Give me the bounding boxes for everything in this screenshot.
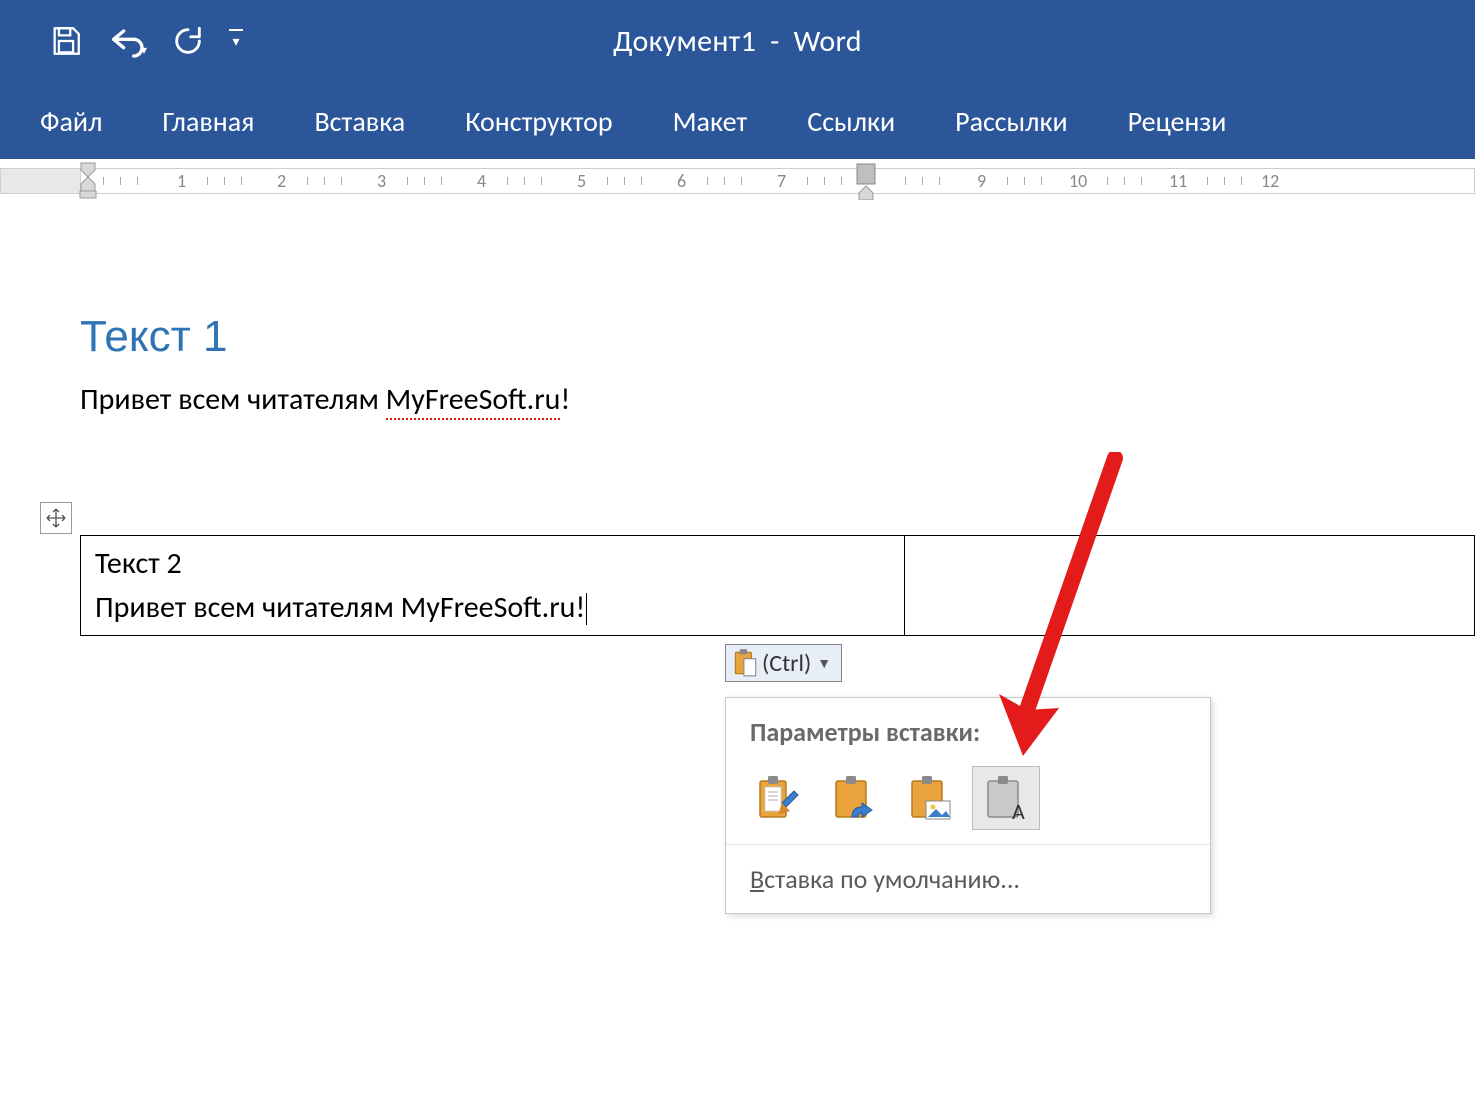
paste-options-smarttag: (Ctrl) ▼ (725, 644, 842, 683)
paste-merge-formatting[interactable] (820, 766, 888, 830)
table-row[interactable]: Текст 2 Привет всем читателям MyFreeSoft… (81, 536, 1475, 636)
table-cell[interactable]: Текст 2 Привет всем читателям MyFreeSoft… (81, 536, 905, 636)
paste-options-row: A (726, 760, 1210, 844)
repeat-icon (171, 24, 205, 58)
paste-options-button[interactable]: (Ctrl) ▼ (725, 644, 842, 682)
spelling-error[interactable]: MyFreeSoft.ru (386, 381, 561, 420)
tab-design[interactable]: Конструктор (435, 83, 642, 159)
ribbon-tabs: Файл Главная Вставка Конструктор Макет С… (0, 82, 1475, 159)
text-cursor (586, 593, 587, 625)
ruler-body[interactable]: 1 2 3 4 5 6 7 9 10 11 12 (80, 168, 1475, 194)
document-name: Документ1 (613, 23, 756, 60)
tab-file[interactable]: Файл (10, 83, 132, 159)
table-cell[interactable] (905, 536, 1475, 636)
smarttag-label: (Ctrl) (762, 649, 811, 678)
clipboard-picture-icon (906, 773, 954, 823)
customize-caret-icon: ▾ (232, 33, 239, 50)
undo-button[interactable]: ▾ (94, 13, 160, 69)
heading-1[interactable]: Текст 1 (80, 312, 1475, 362)
tab-home[interactable]: Главная (132, 83, 284, 159)
svg-text:A: A (1012, 798, 1025, 823)
app-name: Word (794, 23, 862, 60)
paste-as-picture[interactable] (896, 766, 964, 830)
table-move-handle[interactable] (40, 502, 72, 534)
clipboard-brush-icon (754, 773, 802, 823)
tab-insert[interactable]: Вставка (284, 83, 435, 159)
ruler-margin-left[interactable] (0, 168, 81, 194)
paste-options-popup: Параметры вставки: (725, 697, 1211, 914)
clipboard-text-icon: A (982, 773, 1030, 823)
move-icon (46, 508, 66, 528)
tab-mailings[interactable]: Рассылки (925, 83, 1097, 159)
set-default-paste[interactable]: Вставка по умолчанию... (726, 844, 1210, 913)
tab-layout[interactable]: Макет (643, 83, 778, 159)
right-indent-marker-icon[interactable] (855, 161, 877, 201)
table-container: Текст 2 Привет всем читателям MyFreeSoft… (80, 535, 1475, 636)
document-table[interactable]: Текст 2 Привет всем читателям MyFreeSoft… (80, 535, 1475, 636)
redo-button[interactable] (160, 13, 216, 69)
save-button[interactable] (38, 13, 94, 69)
undo-dropdown-caret-icon[interactable]: ▾ (141, 43, 147, 58)
customize-qat-button[interactable]: ▾ (216, 13, 256, 69)
horizontal-ruler[interactable]: 1 2 3 4 5 6 7 9 10 11 12 (0, 159, 1475, 202)
paste-keep-source-formatting[interactable] (744, 766, 812, 830)
save-icon (49, 24, 83, 58)
quick-access-toolbar: ▾ ▾ (38, 13, 256, 69)
paragraph-text[interactable]: Привет всем читателям MyFreeSoft.ru! (80, 380, 1475, 419)
clipboard-icon (732, 648, 758, 678)
cell-text-line[interactable]: Привет всем читателям MyFreeSoft.ru! (95, 586, 890, 630)
clipboard-merge-icon (830, 773, 878, 823)
cell-text-line[interactable]: Текст 2 (95, 542, 890, 586)
title-bar: ▾ ▾ Документ1-Word (0, 0, 1475, 82)
dropdown-caret-icon: ▼ (817, 655, 831, 672)
tab-references[interactable]: Ссылки (777, 83, 925, 159)
paste-text-only[interactable]: A (972, 766, 1040, 830)
paste-options-header: Параметры вставки: (726, 698, 1210, 760)
tab-review[interactable]: Рецензи (1098, 83, 1257, 159)
